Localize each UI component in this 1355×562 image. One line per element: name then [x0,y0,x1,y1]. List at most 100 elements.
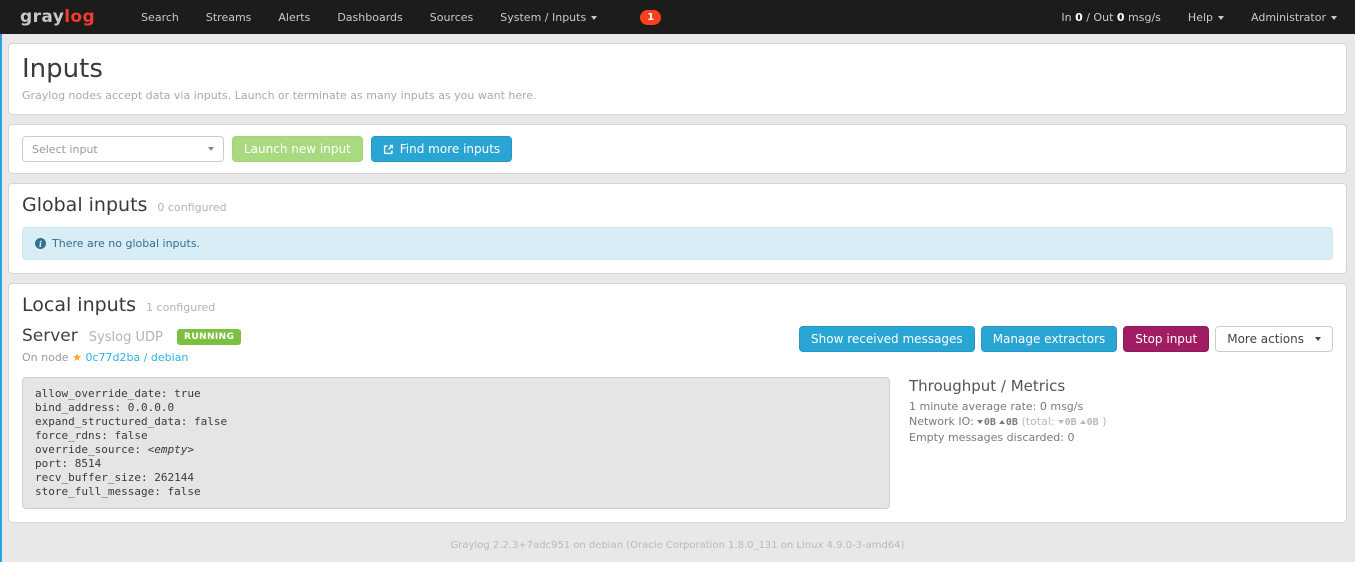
nav-menu: Search Streams Alerts Dashboards Sources… [141,10,661,25]
main-content: Inputs Graylog nodes accept data via inp… [0,43,1355,551]
graylog-logo[interactable]: graylog [20,7,95,27]
config-value: 262144 [154,471,194,484]
config-key: recv_buffer_size [35,471,154,484]
viewport-left-accent [0,34,2,562]
config-key: store_full_message [35,485,167,498]
global-inputs-header: Global inputs 0 configured [22,194,1333,216]
top-navbar: graylog Search Streams Alerts Dashboards… [0,0,1355,34]
config-value: <empty> [148,443,194,456]
no-global-inputs-alert: There are no global inputs. [22,227,1333,260]
input-type: Syslog UDP [89,330,163,345]
more-actions-label: More actions [1227,332,1304,346]
config-value: false [114,429,147,442]
show-received-messages-button[interactable]: Show received messages [799,326,975,352]
throughput-out-value: 0 [1117,11,1125,24]
no-global-inputs-text: There are no global inputs. [52,237,200,250]
arrow-up-icon [999,420,1005,424]
nav-item-user-menu[interactable]: Administrator [1251,11,1337,24]
more-actions-button[interactable]: More actions [1215,326,1333,352]
page-title: Inputs [22,54,1333,84]
launch-new-input-button[interactable]: Launch new input [232,136,363,162]
total-down-value: 0B [1065,417,1077,428]
total-up-value: 0B [1087,417,1099,428]
nav-item-search[interactable]: Search [141,11,179,24]
arrow-up-icon [1080,420,1086,424]
nav-item-streams[interactable]: Streams [206,11,252,24]
manage-extractors-button[interactable]: Manage extractors [981,326,1118,352]
throughput-out-label: / Out [1086,11,1113,24]
local-inputs-title: Local inputs [22,294,136,316]
global-inputs-panel: Global inputs 0 configured There are no … [8,183,1347,274]
chevron-down-icon [1331,16,1337,20]
throughput-in-label: In [1061,11,1071,24]
network-total: (total: 0B 0B ) [1021,415,1106,428]
find-more-inputs-button[interactable]: Find more inputs [371,136,512,162]
star-icon [72,351,82,364]
network-down-value: 0B [984,417,996,428]
total-open-label: (total: [1021,415,1054,428]
input-name: Server [22,326,78,346]
config-row: port8514 [35,457,877,471]
select-input-placeholder: Select input [32,143,98,156]
find-more-inputs-label: Find more inputs [400,142,500,156]
nav-item-alerts[interactable]: Alerts [278,11,310,24]
version-footer: Graylog 2.2.3+7adc951 on debian (Oracle … [8,540,1347,551]
nav-right-section: In 0 / Out 0 msg/s Help Administrator [1061,11,1337,24]
metric-avg-rate: 1 minute average rate: 0 msg/s [909,399,1106,414]
network-up-value: 0B [1006,417,1018,428]
config-value: false [194,415,227,428]
select-input-dropdown[interactable]: Select input [22,136,224,162]
nav-item-dashboards[interactable]: Dashboards [337,11,402,24]
node-link[interactable]: 0c77d2ba / debian [85,351,188,364]
throughput-unit: msg/s [1128,11,1161,24]
page-header-panel: Inputs Graylog nodes accept data via inp… [8,43,1347,115]
arrow-down-icon [977,420,983,424]
info-circle-icon [35,238,46,249]
config-row: override_source<empty> [35,443,877,457]
config-row: expand_structured_datafalse [35,415,877,429]
input-title-block: Server Syslog UDP RUNNING On node 0c77d2… [22,326,241,364]
chevron-down-icon [208,147,214,151]
launch-input-panel: Select input Launch new input Find more … [8,124,1347,174]
node-prefix: On node [22,351,69,364]
nav-item-sources[interactable]: Sources [430,11,474,24]
page-subtitle: Graylog nodes accept data via inputs. La… [22,89,1333,102]
input-entry-header: Server Syslog UDP RUNNING On node 0c77d2… [22,326,1333,364]
nav-item-system-inputs[interactable]: System / Inputs [500,11,597,24]
chevron-down-icon [591,16,597,20]
logo-text-gray: gray [20,7,64,27]
global-inputs-count: 0 configured [157,201,226,214]
config-key: force_rdns [35,429,114,442]
config-row: recv_buffer_size262144 [35,471,877,485]
metric-network-io: Network IO:0B0B (total:0B0B ) [909,414,1106,430]
logo-text-log: log [64,7,95,27]
input-entry-body: allow_override_datetrue bind_address0.0.… [22,377,1333,509]
config-key: allow_override_date [35,387,174,400]
chevron-down-icon [1315,337,1321,341]
user-label: Administrator [1251,11,1326,24]
nav-item-help[interactable]: Help [1188,11,1224,24]
throughput-in-value: 0 [1075,11,1083,24]
notification-badge[interactable]: 1 [640,10,661,25]
network-io-label: Network IO: [909,415,974,428]
input-actions: Show received messages Manage extractors… [799,326,1333,352]
config-value: false [167,485,200,498]
global-throughput: In 0 / Out 0 msg/s [1061,11,1161,24]
status-badge: RUNNING [177,329,241,345]
global-inputs-title: Global inputs [22,194,147,216]
config-value: 8514 [75,457,102,470]
stop-input-button[interactable]: Stop input [1123,326,1209,352]
help-label: Help [1188,11,1213,24]
config-value: 0.0.0.0 [128,401,174,414]
config-row: bind_address0.0.0.0 [35,401,877,415]
arrow-down-icon [1058,420,1064,424]
config-key: port [35,457,75,470]
config-row: store_full_messagefalse [35,485,877,499]
config-value: true [174,387,201,400]
external-link-icon [383,144,394,155]
metrics-title: Throughput / Metrics [909,377,1106,395]
local-inputs-panel: Local inputs 1 configured Server Syslog … [8,283,1347,523]
config-key: bind_address [35,401,128,414]
config-key: expand_structured_data [35,415,194,428]
total-close-label: ) [1102,415,1106,428]
